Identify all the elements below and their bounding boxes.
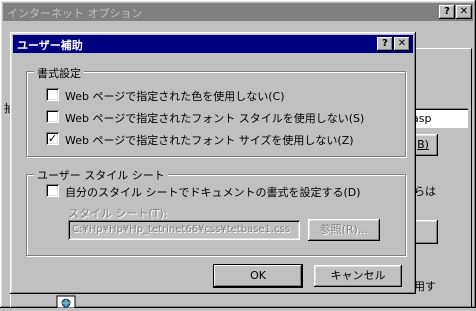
- dialog-help-button[interactable]: ?: [377, 37, 393, 51]
- user-style-group-legend: ユーザー スタイル シート: [34, 167, 168, 183]
- background-partial-field[interactable]: asp: [408, 108, 468, 128]
- ok-button[interactable]: OK: [214, 265, 302, 287]
- ignore-colors-checkbox[interactable]: [46, 88, 59, 101]
- background-window-title: インターネット オプション: [7, 7, 143, 20]
- option-ignore-font-sizes[interactable]: ✓ Web ページで指定されたフォント サイズを使用しない(Z): [46, 131, 376, 147]
- background-partial-text-1: らは: [414, 185, 436, 198]
- ok-button-label: OK: [250, 269, 266, 282]
- cancel-button[interactable]: キャンセル: [314, 265, 402, 287]
- option-use-own-stylesheet[interactable]: 自分のスタイル シートでドキュメントの書式を設定する(D): [46, 183, 376, 199]
- ignore-font-styles-label: Web ページで指定されたフォント スタイルを使用しない(S): [65, 112, 365, 125]
- option-ignore-font-styles[interactable]: Web ページで指定されたフォント スタイルを使用しない(S): [46, 109, 386, 125]
- accessibility-dialog: ユーザー補助 ? ✕ 書式設定 Web ページで指定された色を使用しない(C) …: [10, 32, 416, 294]
- stylesheet-path-value: C:¥Hp¥Hp¥Hp_tetrinet66¥css¥tetbase1.css: [72, 224, 290, 235]
- background-close-button[interactable]: ✕: [456, 5, 472, 19]
- dialog-close-button[interactable]: ✕: [394, 37, 410, 51]
- ignore-colors-label: Web ページで指定された色を使用しない(C): [65, 90, 285, 103]
- stylesheet-path-field[interactable]: C:¥Hp¥Hp¥Hp_tetrinet66¥css¥tetbase1.css: [68, 220, 300, 240]
- stylesheet-path-label: スタイル シート(T):: [68, 207, 168, 220]
- browse-button-label: 参照(R)...: [319, 223, 369, 236]
- formatting-group-legend: 書式設定: [34, 65, 84, 81]
- background-help-button[interactable]: ?: [439, 5, 455, 19]
- background-title-bar: インターネット オプション ? ✕: [3, 3, 473, 21]
- browse-button[interactable]: 参照(R)...: [308, 219, 380, 241]
- dialog-title-bar[interactable]: ユーザー補助 ? ✕: [13, 35, 413, 53]
- cancel-button-label: キャンセル: [330, 269, 386, 282]
- ignore-font-styles-checkbox[interactable]: [46, 110, 59, 123]
- ignore-font-sizes-label: Web ページで指定されたフォント サイズを使用しない(Z): [65, 134, 354, 147]
- option-ignore-colors[interactable]: Web ページで指定された色を使用しない(C): [46, 87, 346, 103]
- use-own-stylesheet-checkbox[interactable]: [46, 184, 59, 197]
- use-own-stylesheet-label: 自分のスタイル シートでドキュメントの書式を設定する(D): [65, 186, 361, 199]
- dialog-title: ユーザー補助: [17, 39, 83, 52]
- background-partial-text-2: 用す: [414, 280, 436, 293]
- ignore-font-sizes-checkbox[interactable]: ✓: [46, 132, 59, 145]
- background-partial-button-label: B): [417, 138, 429, 151]
- globe-icon: [56, 293, 78, 309]
